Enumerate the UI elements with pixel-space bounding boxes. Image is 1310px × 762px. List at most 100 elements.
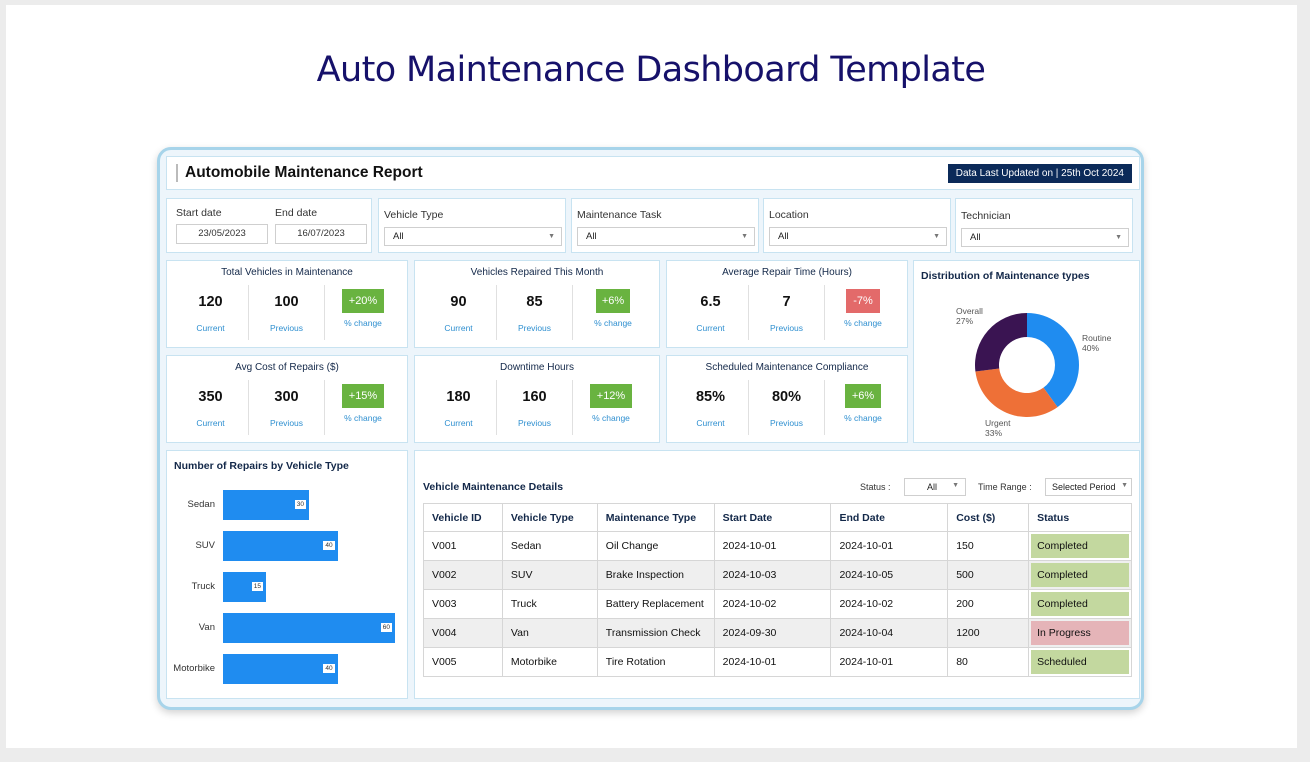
donut-label-name: Urgent <box>985 418 1011 428</box>
column-header[interactable]: End Date <box>830 503 949 532</box>
kpi-current-label: Current <box>196 323 225 333</box>
cell-end-date: 2024-10-05 <box>830 560 949 590</box>
bar-value-label: 40 <box>323 664 335 673</box>
kpi-card-vehicles-repaired: Vehicles Repaired This Month 90 Current 8… <box>414 260 660 348</box>
kpi-current-value: 85% <box>695 389 726 405</box>
kpi-card-scheduled-compliance: Scheduled Maintenance Compliance 85% Curr… <box>666 355 908 443</box>
chevron-down-icon: ▼ <box>933 233 940 240</box>
kpi-previous-label: Previous <box>769 418 804 428</box>
column-header[interactable]: Maintenance Type <box>596 503 715 532</box>
maintenance-task-select[interactable]: All ▼ <box>577 227 755 246</box>
kpi-current-value: 120 <box>198 294 223 310</box>
column-header[interactable]: Status <box>1028 503 1132 532</box>
cell-start-date: 2024-09-30 <box>713 618 832 648</box>
location-filter-panel: Location All ▼ <box>763 198 951 253</box>
kpi-current-label: Current <box>444 418 473 428</box>
bar[interactable]: 30 <box>223 490 309 520</box>
chevron-down-icon: ▼ <box>952 482 959 489</box>
bar-value-label: 30 <box>294 500 306 509</box>
kpi-current-label: Current <box>696 418 725 428</box>
vehicle-type-select[interactable]: All ▼ <box>384 227 562 246</box>
maintenance-task-label: Maintenance Task <box>577 209 662 221</box>
kpi-change-badge: +6% <box>596 289 630 313</box>
date-filter-panel: Start date 23/05/2023 End date 16/07/202… <box>166 198 372 253</box>
cell-cost: 1200 <box>947 618 1030 648</box>
vehicle-type-value: All <box>393 231 404 242</box>
bar[interactable]: 40 <box>223 531 338 561</box>
table-row[interactable]: V004 Van Transmission Check 2024-09-30 2… <box>423 618 1132 648</box>
kpi-change-badge: +6% <box>845 384 881 408</box>
cell-end-date: 2024-10-01 <box>830 531 949 561</box>
chevron-down-icon: ▼ <box>1121 482 1128 489</box>
kpi-previous-label: Previous <box>517 418 552 428</box>
table-row[interactable]: V003 Truck Battery Replacement 2024-10-0… <box>423 589 1132 619</box>
status-filter-value: All <box>927 482 938 492</box>
table-row[interactable]: V002 SUV Brake Inspection 2024-10-03 202… <box>423 560 1132 590</box>
technician-value: All <box>970 232 981 243</box>
cell-end-date: 2024-10-02 <box>830 589 949 619</box>
location-select[interactable]: All ▼ <box>769 227 947 246</box>
kpi-change-label: % change <box>344 318 382 328</box>
cell-status: Completed <box>1028 560 1132 590</box>
cell-vehicle-type: Truck <box>501 589 598 619</box>
cell-maintenance-type: Oil Change <box>596 531 715 561</box>
maintenance-distribution-panel: Distribution of Maintenance types Routin… <box>913 260 1140 443</box>
cell-start-date: 2024-10-01 <box>713 647 832 677</box>
cell-vehicle-id: V003 <box>423 589 503 619</box>
bar[interactable]: 15 <box>223 572 266 602</box>
kpi-change-label: % change <box>344 413 382 423</box>
kpi-title: Vehicles Repaired This Month <box>470 267 604 278</box>
kpi-title: Avg Cost of Repairs ($) <box>235 362 339 373</box>
donut-label-name: Overall <box>956 306 983 316</box>
donut-slice-urgent[interactable] <box>975 368 1058 417</box>
cell-end-date: 2024-10-01 <box>830 647 949 677</box>
maintenance-details-panel: Vehicle Maintenance Details Status : All… <box>414 450 1140 699</box>
time-range-select[interactable]: Selected Period ▼ <box>1045 478 1132 496</box>
start-date-label: Start date <box>176 207 222 219</box>
vehicle-type-label: Vehicle Type <box>384 209 444 221</box>
kpi-previous-label: Previous <box>269 418 304 428</box>
page-title: Auto Maintenance Dashboard Template <box>316 50 986 90</box>
table-row[interactable]: V001 Sedan Oil Change 2024-10-01 2024-10… <box>423 531 1132 561</box>
bar[interactable]: 60 <box>223 613 395 643</box>
kpi-title: Total Vehicles in Maintenance <box>221 267 353 278</box>
cell-cost: 150 <box>947 531 1030 561</box>
table-row[interactable]: V005 Motorbike Tire Rotation 2024-10-01 … <box>423 647 1132 677</box>
time-range-label: Time Range : <box>978 482 1032 492</box>
end-date-input[interactable]: 16/07/2023 <box>275 224 367 244</box>
start-date-input[interactable]: 23/05/2023 <box>176 224 268 244</box>
status-filter-label: Status : <box>860 482 891 492</box>
cell-vehicle-type: Motorbike <box>501 647 598 677</box>
cell-vehicle-type: Van <box>501 618 598 648</box>
kpi-title: Downtime Hours <box>500 362 574 373</box>
bar-category-label: Motorbike <box>173 663 215 674</box>
column-header[interactable]: Cost ($) <box>947 503 1030 532</box>
bar[interactable]: 40 <box>223 654 338 684</box>
cell-end-date: 2024-10-04 <box>830 618 949 648</box>
bar-row: Motorbike 40 <box>167 654 407 684</box>
location-label: Location <box>769 209 809 221</box>
kpi-change-label: % change <box>594 318 632 328</box>
report-title: Automobile Maintenance Report <box>176 164 423 182</box>
technician-select[interactable]: All ▼ <box>961 228 1129 247</box>
kpi-previous-label: Previous <box>769 323 804 333</box>
status-filter-select[interactable]: All ▼ <box>904 478 966 496</box>
cell-vehicle-id: V004 <box>423 618 503 648</box>
column-header[interactable]: Start Date <box>713 503 832 532</box>
status-badge: Completed <box>1031 534 1129 558</box>
maintenance-table: Vehicle ID Vehicle Type Maintenance Type… <box>423 503 1132 677</box>
report-header: Automobile Maintenance Report Data Last … <box>166 156 1140 190</box>
status-badge: In Progress <box>1031 621 1129 645</box>
kpi-previous-value: 160 <box>522 389 547 405</box>
kpi-previous-value: 85 <box>526 294 543 310</box>
column-header[interactable]: Vehicle Type <box>501 503 598 532</box>
column-header[interactable]: Vehicle ID <box>423 503 503 532</box>
bar-row: SUV 40 <box>167 531 407 561</box>
kpi-previous-label: Previous <box>517 323 552 333</box>
donut-slice-overall[interactable] <box>975 313 1027 372</box>
kpi-current-value: 6.5 <box>700 294 721 310</box>
kpi-change-label: % change <box>592 413 630 423</box>
kpi-change-badge: +12% <box>590 384 632 408</box>
cell-vehicle-type: SUV <box>501 560 598 590</box>
kpi-current-label: Current <box>196 418 225 428</box>
